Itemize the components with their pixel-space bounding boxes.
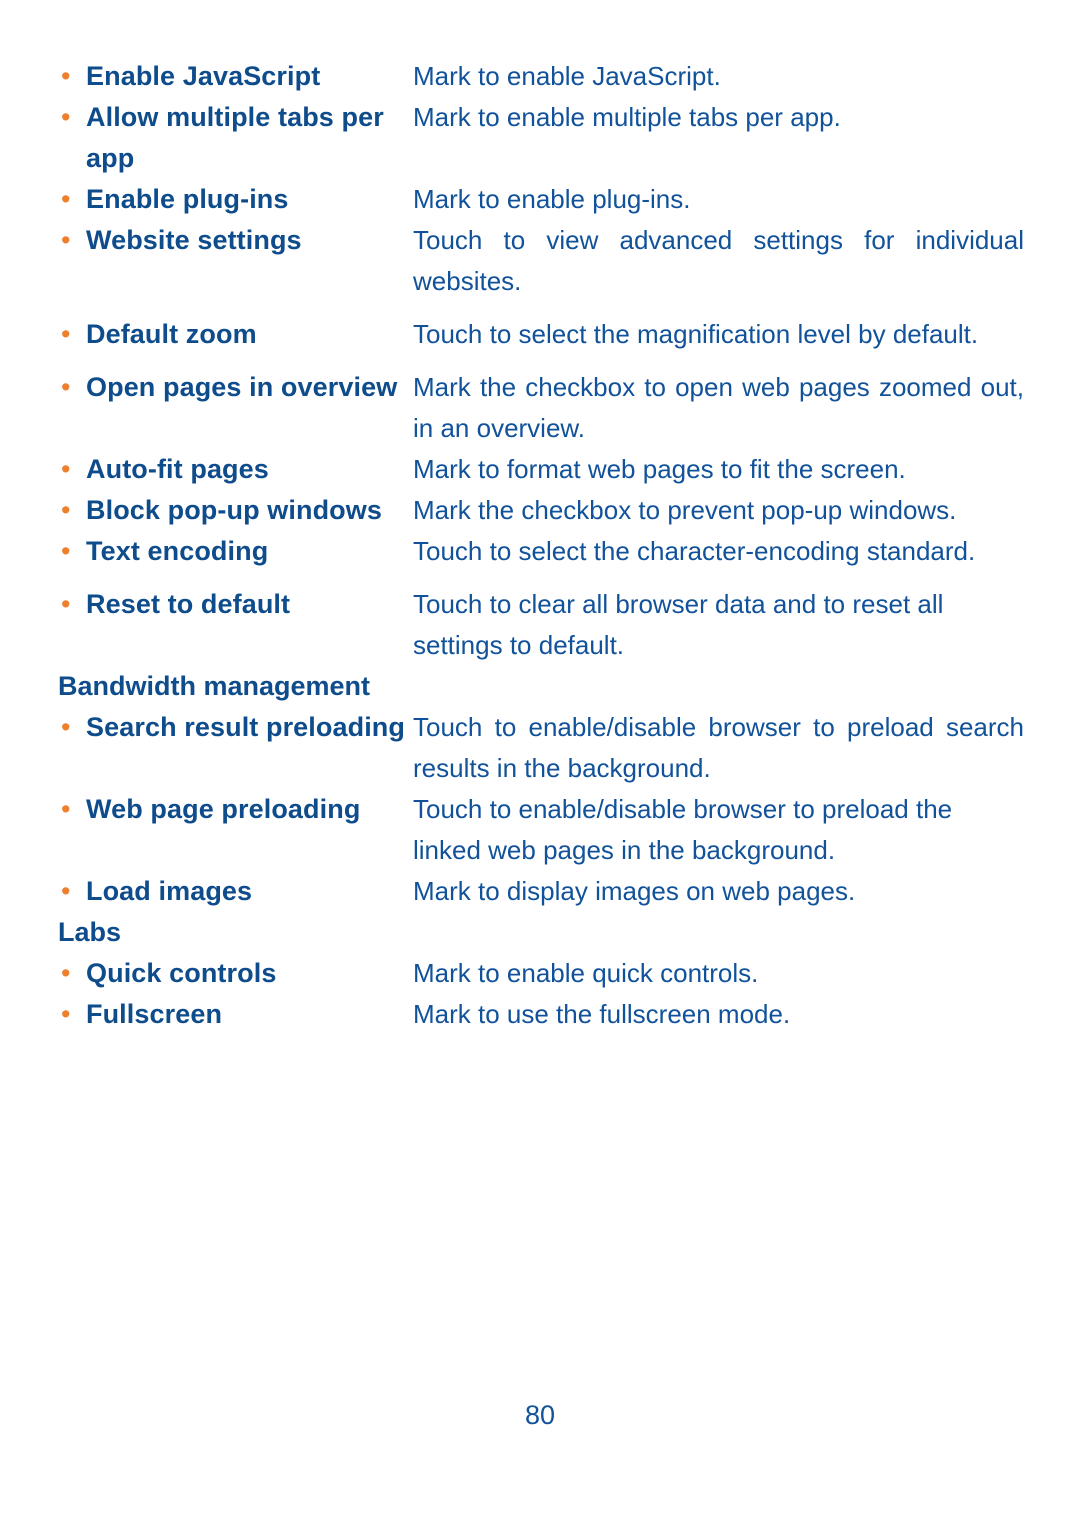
section-heading: Labs [58,917,122,947]
setting-term-cell: • Website settings [58,220,413,261]
bullet-icon: • [61,876,71,906]
bullet-icon: • [61,225,71,255]
bullet-icon: • [61,712,71,742]
bullet-icon: • [61,372,71,402]
setting-row: • Enable plug-ins Mark to enable plug-ins. [58,179,1024,220]
document-page: • Enable JavaScript Mark to enable JavaScr… [0,0,1080,1535]
setting-term-label: Web page preloading [86,794,361,824]
setting-row: • Allow multiple tabs per app Mark to enab… [58,97,1024,179]
setting-description: Mark to enable multiple tabs per app. [413,102,841,132]
settings-definition-list: • Enable JavaScript Mark to enable JavaScr… [58,56,1024,1035]
setting-row: • Search result preloading Touch to enable… [58,707,1024,789]
setting-row: • Fullscreen Mark to use the fullscreen mo… [58,994,1024,1035]
setting-row: • Web page preloading Touch to enable/disa… [58,789,1024,871]
setting-row: • Block pop-up windows Mark the checkbox t… [58,490,1024,531]
setting-row: • Reset to default Touch to clear all brow… [58,584,1024,666]
bullet-icon: • [61,319,71,349]
setting-term-cell: • Quick controls [58,953,413,994]
setting-description: Mark to use the fullscreen mode. [413,999,791,1029]
setting-term-label: Reset to default [86,589,291,619]
bullet-icon: • [61,61,71,91]
setting-description: Touch to select the character-encoding s… [413,536,976,566]
setting-term-label: Fullscreen [86,999,223,1029]
setting-description: Touch to select the magnification level … [413,319,979,349]
setting-term-label: Enable plug-ins [86,184,289,214]
setting-term-cell: • Reset to default [58,584,413,625]
setting-description: Mark to display images on web pages. [413,876,856,906]
setting-term-cell: • Open pages in overview [58,367,413,408]
setting-term-label: Auto-fit pages [86,454,269,484]
bullet-icon: • [61,536,71,566]
bullet-icon: • [61,184,71,214]
setting-row: • Website settings Touch to view advanced … [58,220,1024,302]
setting-term-cell: • Block pop-up windows [58,490,413,531]
bullet-icon: • [61,589,71,619]
page-number: 80 [524,1400,556,1430]
section-heading: Bandwidth management [58,671,371,701]
setting-description: Touch to view advanced settings for indi… [413,225,1024,296]
setting-term-cell: • Search result preloading [58,707,413,748]
bullet-icon: • [61,495,71,525]
setting-description: Mark to enable plug-ins. [413,184,691,214]
setting-row: • Open pages in overview Mark the checkbox… [58,367,1024,449]
setting-description: Mark the checkbox to prevent pop-up wind… [413,495,957,525]
setting-term-cell: • Auto-fit pages [58,449,413,490]
setting-term-label: Enable JavaScript [86,61,321,91]
setting-description: Touch to clear all browser data and to r… [413,589,944,660]
bullet-icon: • [61,999,71,1029]
setting-row: • Default zoom Touch to select the magnifi… [58,314,1024,355]
setting-term-label: Block pop-up windows [86,495,382,525]
setting-row: • Text encoding Touch to select the charac… [58,531,1024,572]
setting-description: Touch to enable/disable browser to prelo… [413,712,1024,783]
row-spacer [58,572,1024,584]
setting-term-cell: • Fullscreen [58,994,413,1035]
bullet-icon: • [61,102,71,132]
setting-term-label: Website settings [86,225,302,255]
bullet-icon: • [61,958,71,988]
setting-term-cell: • Web page preloading [58,789,413,830]
setting-term-cell: • Default zoom [58,314,413,355]
setting-description: Mark to enable quick controls. [413,958,759,988]
setting-description: Mark the checkbox to open web pages zoom… [413,372,1024,443]
setting-row: • Quick controls Mark to enable quick cont… [58,953,1024,994]
setting-term-cell: • Allow multiple tabs per app [58,97,413,179]
setting-term-label: Open pages in overview [86,372,398,402]
setting-term-label: Allow multiple tabs per app [86,102,384,173]
setting-term-label: Default zoom [86,319,257,349]
setting-row: • Load images Mark to display images on we… [58,871,1024,912]
setting-term-label: Text encoding [86,536,269,566]
setting-description: Mark to enable JavaScript. [413,61,721,91]
setting-row: • Auto-fit pages Mark to format web pages … [58,449,1024,490]
row-spacer [58,355,1024,367]
setting-term-label: Load images [86,876,253,906]
bullet-icon: • [61,454,71,484]
bullet-icon: • [61,794,71,824]
row-spacer [58,302,1024,314]
setting-row: • Enable JavaScript Mark to enable JavaScr… [58,56,1024,97]
setting-term-label: Search result preloading [86,712,405,742]
setting-term-label: Quick controls [86,958,277,988]
setting-term-cell: • Load images [58,871,413,912]
setting-term-cell: • Text encoding [58,531,413,572]
setting-description: Mark to format web pages to fit the scre… [413,454,906,484]
setting-term-cell: • Enable plug-ins [58,179,413,220]
setting-term-cell: • Enable JavaScript [58,56,413,97]
setting-description: Touch to enable/disable browser to prelo… [413,794,953,865]
